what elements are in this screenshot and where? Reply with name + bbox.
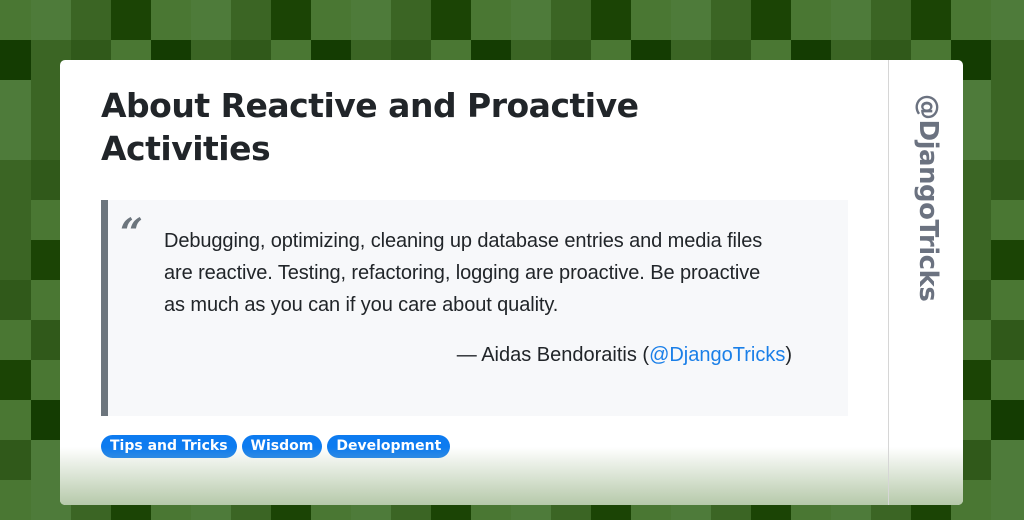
background-tile — [0, 240, 31, 280]
background-tile — [871, 0, 911, 40]
background-tile — [991, 200, 1024, 240]
background-tile — [0, 440, 31, 480]
background-tile — [991, 0, 1024, 40]
quote-text: Debugging, optimizing, cleaning up datab… — [164, 230, 763, 316]
background-tile — [591, 0, 631, 40]
background-tile — [311, 0, 351, 40]
post-title: About Reactive and Proactive Activities — [101, 86, 639, 168]
background-tile — [991, 360, 1024, 400]
background-tile — [991, 80, 1024, 120]
background-tile — [271, 0, 311, 40]
background-tile — [791, 0, 831, 40]
background-tile — [951, 0, 991, 40]
tag-list: Tips and Tricks Wisdom Development — [101, 435, 451, 458]
background-tile — [71, 0, 111, 40]
background-tile — [631, 0, 671, 40]
background-tile — [111, 0, 151, 40]
background-tile — [831, 0, 871, 40]
background-tile — [751, 0, 791, 40]
background-tile — [0, 120, 31, 160]
background-tile — [151, 0, 191, 40]
background-tile — [0, 0, 31, 40]
background-tile — [911, 0, 951, 40]
post-card: About Reactive and Proactive Activities … — [60, 60, 963, 505]
background-tile — [0, 200, 31, 240]
background-tile — [671, 0, 711, 40]
background-tile — [991, 480, 1024, 520]
tag-development[interactable]: Development — [327, 435, 451, 458]
background-tile — [231, 0, 271, 40]
background-tile — [391, 0, 431, 40]
quote-attribution: — Aidas Bendoraitis (@DjangoTricks) — [457, 341, 792, 369]
background-tile — [711, 0, 751, 40]
background-tile — [991, 400, 1024, 440]
background-tile — [991, 240, 1024, 280]
background-tile — [191, 0, 231, 40]
background-tile — [31, 0, 71, 40]
background-tile — [991, 440, 1024, 480]
background-tile — [471, 0, 511, 40]
background-tile — [991, 120, 1024, 160]
attribution-author: — Aidas Bendoraitis ( — [456, 344, 650, 366]
attribution-close: ) — [785, 344, 792, 366]
background-tile — [0, 360, 31, 400]
author-handle-link[interactable]: @DjangoTricks — [649, 344, 785, 366]
background-tile — [991, 160, 1024, 200]
background-tile — [0, 280, 31, 320]
quote-mark-icon: “ — [120, 210, 144, 257]
background-tile — [0, 400, 31, 440]
background-tile — [0, 480, 31, 520]
background-tile — [511, 0, 551, 40]
background-tile — [0, 160, 31, 200]
tag-tips-and-tricks[interactable]: Tips and Tricks — [101, 435, 237, 458]
background-tile — [551, 0, 591, 40]
tag-wisdom[interactable]: Wisdom — [241, 435, 323, 458]
blockquote: “ Debugging, optimizing, cleaning up dat… — [101, 200, 848, 416]
background-tile — [0, 40, 31, 80]
background-tile — [0, 80, 31, 120]
sidebar-handle-text: @DjangoTricks — [913, 94, 943, 302]
background-tile — [0, 320, 31, 360]
background-tile — [991, 320, 1024, 360]
background-tile — [431, 0, 471, 40]
sidebar-handle-panel: @DjangoTricks — [889, 60, 963, 505]
background-tile — [991, 40, 1024, 80]
background-tile — [351, 0, 391, 40]
background-tile — [991, 280, 1024, 320]
